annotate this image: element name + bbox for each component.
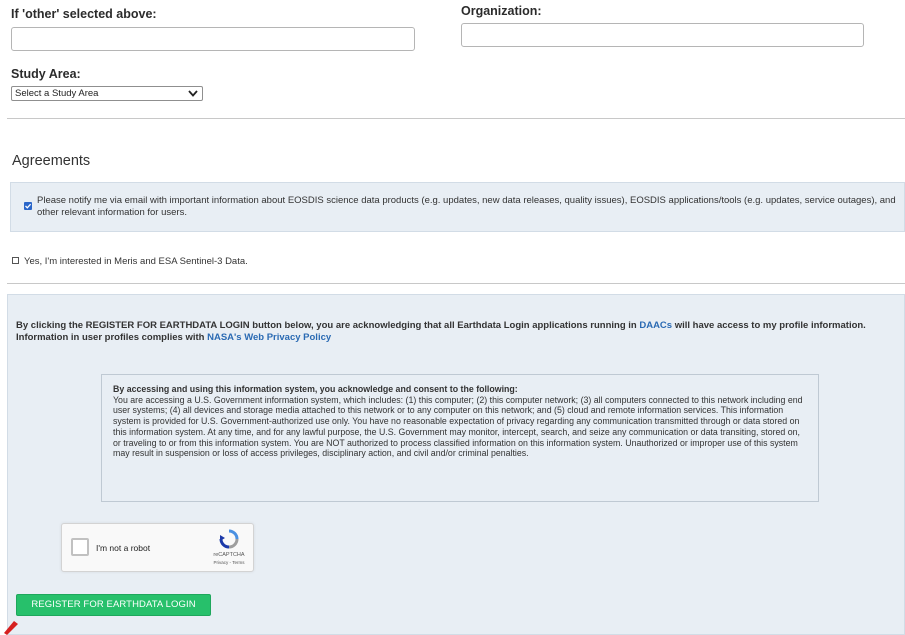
other-input[interactable] [11, 27, 415, 51]
chevron-down-icon [188, 90, 198, 97]
consent-heading: By accessing and using this information … [113, 384, 518, 394]
acknowledgement-text: By clicking the REGISTER FOR EARTHDATA L… [16, 320, 896, 344]
notify-agreement-box: Please notify me via email with importan… [10, 182, 905, 232]
cursor-arrow-icon [4, 621, 18, 635]
checkmark-icon [25, 203, 32, 209]
study-area-select[interactable]: Select a Study Area [11, 86, 203, 101]
study-area-selected-value: Select a Study Area [15, 88, 99, 99]
notify-checkbox[interactable] [24, 202, 32, 210]
recaptcha-logo-icon [219, 529, 239, 549]
section-divider [7, 118, 905, 119]
agreements-heading: Agreements [12, 153, 91, 169]
ack-part1: By clicking the REGISTER FOR EARTHDATA L… [16, 320, 640, 331]
recaptcha-links[interactable]: Privacy - Terms [206, 560, 252, 565]
organization-label: Organization: [461, 4, 542, 18]
recaptcha-label: I'm not a robot [96, 543, 151, 553]
register-button[interactable]: REGISTER FOR EARTHDATA LOGIN [16, 594, 211, 616]
organization-input[interactable] [461, 23, 864, 47]
consent-body: You are accessing a U.S. Government info… [113, 394, 803, 459]
meris-option: Yes, I'm interested in Meris and ESA Sen… [12, 256, 248, 267]
notify-text: Please notify me via email with importan… [37, 195, 896, 218]
other-label: If 'other' selected above: [11, 7, 157, 21]
recaptcha-brand: reCAPTCHA [213, 552, 245, 558]
daacs-link[interactable]: DAACs [639, 320, 672, 331]
consent-notice: By accessing and using this information … [101, 374, 819, 502]
recaptcha-widget: I'm not a robot reCAPTCHA Privacy - Term… [61, 523, 254, 572]
meris-text: Yes, I'm interested in Meris and ESA Sen… [24, 256, 248, 267]
recaptcha-checkbox[interactable] [71, 538, 89, 556]
section-divider-2 [7, 283, 905, 284]
study-area-label: Study Area: [11, 67, 81, 81]
privacy-policy-link[interactable]: NASA's Web Privacy Policy [207, 332, 331, 343]
meris-checkbox[interactable] [12, 256, 19, 264]
